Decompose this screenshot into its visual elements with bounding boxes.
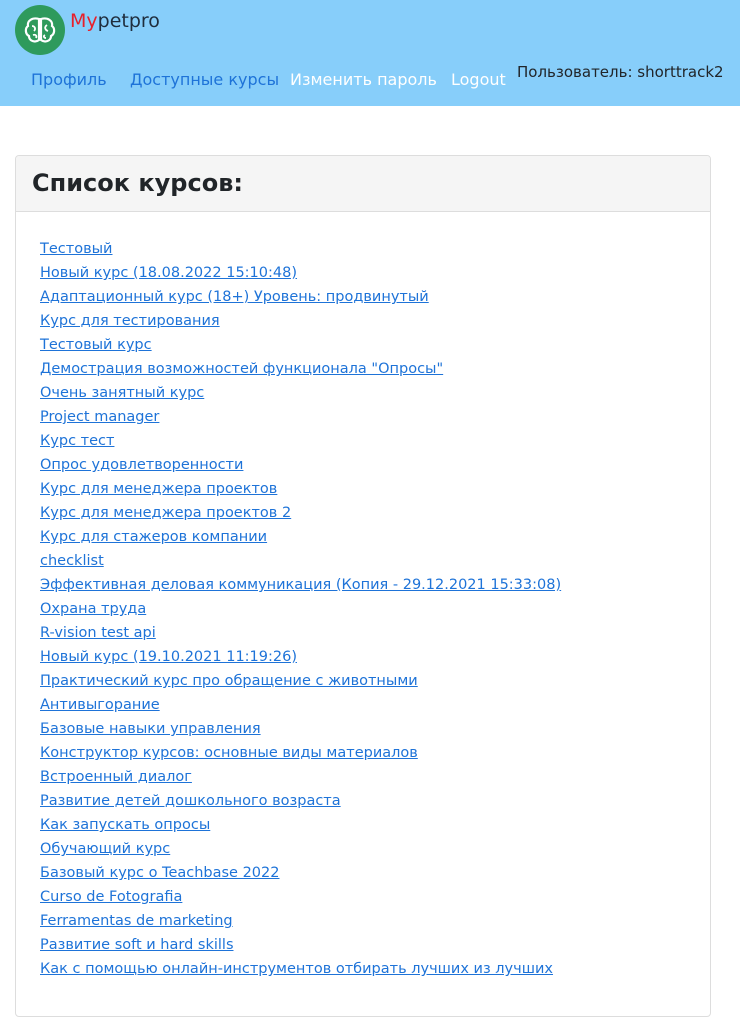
list-item: R-vision test api (40, 620, 710, 644)
brand-part-petpro: petpro (97, 10, 160, 32)
list-item: Конструктор курсов: основные виды матери… (40, 740, 710, 764)
course-link[interactable]: Курс для стажеров компании (40, 529, 267, 545)
list-item: Очень занятный курс (40, 380, 710, 404)
course-link[interactable]: Тестовый (40, 241, 113, 257)
list-item: Как запускать опросы (40, 812, 710, 836)
course-link[interactable]: Курс для менеджера проектов 2 (40, 505, 291, 521)
list-item: Базовый курс о Teachbase 2022 (40, 860, 710, 884)
list-item: Базовые навыки управления (40, 716, 710, 740)
course-link[interactable]: Курс для менеджера проектов (40, 481, 277, 497)
course-link[interactable]: Конструктор курсов: основные виды матери… (40, 745, 418, 761)
course-link[interactable]: Ferramentas de marketing (40, 913, 233, 929)
list-item: Развитие soft и hard skills (40, 932, 710, 956)
nav-change-password-link[interactable]: Изменить пароль (290, 70, 437, 90)
list-item: Антивыгорание (40, 692, 710, 716)
list-item: Практический курс про обращение с животн… (40, 668, 710, 692)
course-link[interactable]: Встроенный диалог (40, 769, 192, 785)
list-item: Адаптационный курс (18+) Уровень: продви… (40, 284, 710, 308)
list-item: Project manager (40, 404, 710, 428)
list-item: Новый курс (19.10.2021 11:19:26) (40, 644, 710, 668)
top-navbar: Mypetpro Профиль Доступные курсы Изменит… (0, 0, 740, 106)
course-link[interactable]: Новый курс (19.10.2021 11:19:26) (40, 649, 297, 665)
course-link[interactable]: Как с помощью онлайн-инструментов отбира… (40, 961, 553, 977)
list-item: Ferramentas de marketing (40, 908, 710, 932)
course-link[interactable]: Базовый курс о Teachbase 2022 (40, 865, 279, 881)
list-item: Курс для менеджера проектов (40, 476, 710, 500)
course-link[interactable]: Обучающий курс (40, 841, 170, 857)
brain-icon[interactable] (15, 5, 65, 55)
nav-logout-link[interactable]: Logout (451, 70, 506, 90)
list-item: Курс для менеджера проектов 2 (40, 500, 710, 524)
list-item: Эффективная деловая коммуникация (Копия … (40, 572, 710, 596)
list-item: Курс тест (40, 428, 710, 452)
list-item: Обучающий курс (40, 836, 710, 860)
list-item: Охрана труда (40, 596, 710, 620)
list-item: Curso de Fotografia (40, 884, 710, 908)
course-link[interactable]: Развитие soft и hard skills (40, 937, 234, 953)
brand-name[interactable]: Mypetpro (70, 9, 160, 33)
list-item: Как с помощью онлайн-инструментов отбира… (40, 956, 710, 980)
brand-part-my: My (70, 10, 98, 32)
list-item: Новый курс (18.08.2022 15:10:48) (40, 260, 710, 284)
list-item: Курс для тестирования (40, 308, 710, 332)
nav-profile-link[interactable]: Профиль (31, 70, 107, 90)
course-link[interactable]: Базовые навыки управления (40, 721, 261, 737)
course-link[interactable]: Адаптационный курс (18+) Уровень: продви… (40, 289, 429, 305)
courses-panel: Список курсов: Тестовый Новый курс (18.0… (15, 155, 711, 1017)
nav-courses-link[interactable]: Доступные курсы (130, 70, 279, 90)
course-link[interactable]: Тестовый курс (40, 337, 152, 353)
course-list: Тестовый Новый курс (18.08.2022 15:10:48… (16, 212, 710, 980)
course-link[interactable]: Практический курс про обращение с животн… (40, 673, 418, 689)
course-link[interactable]: Очень занятный курс (40, 385, 204, 401)
course-link[interactable]: Curso de Fotografia (40, 889, 182, 905)
list-item: Курс для стажеров компании (40, 524, 710, 548)
course-link[interactable]: Курс тест (40, 433, 114, 449)
list-item: Опрос удовлетворенности (40, 452, 710, 476)
list-item: Развитие детей дошкольного возраста (40, 788, 710, 812)
page-title: Список курсов: (32, 169, 243, 197)
course-link[interactable]: R-vision test api (40, 625, 156, 641)
course-link[interactable]: Курс для тестирования (40, 313, 220, 329)
list-item: checklist (40, 548, 710, 572)
panel-heading: Список курсов: (16, 156, 710, 212)
list-item: Встроенный диалог (40, 764, 710, 788)
current-user-label: Пользователь: shorttrack2 (517, 63, 724, 81)
course-link[interactable]: Антивыгорание (40, 697, 160, 713)
course-link[interactable]: Развитие детей дошкольного возраста (40, 793, 341, 809)
list-item: Тестовый курс (40, 332, 710, 356)
course-link[interactable]: Новый курс (18.08.2022 15:10:48) (40, 265, 297, 281)
list-item: Тестовый (40, 236, 710, 260)
course-link[interactable]: Эффективная деловая коммуникация (Копия … (40, 577, 561, 593)
course-link[interactable]: Project manager (40, 409, 159, 425)
course-link[interactable]: Демострация возможностей функционала "Оп… (40, 361, 443, 377)
course-link[interactable]: Как запускать опросы (40, 817, 210, 833)
list-item: Демострация возможностей функционала "Оп… (40, 356, 710, 380)
course-link[interactable]: checklist (40, 553, 104, 569)
course-link[interactable]: Охрана труда (40, 601, 146, 617)
course-link[interactable]: Опрос удовлетворенности (40, 457, 243, 473)
